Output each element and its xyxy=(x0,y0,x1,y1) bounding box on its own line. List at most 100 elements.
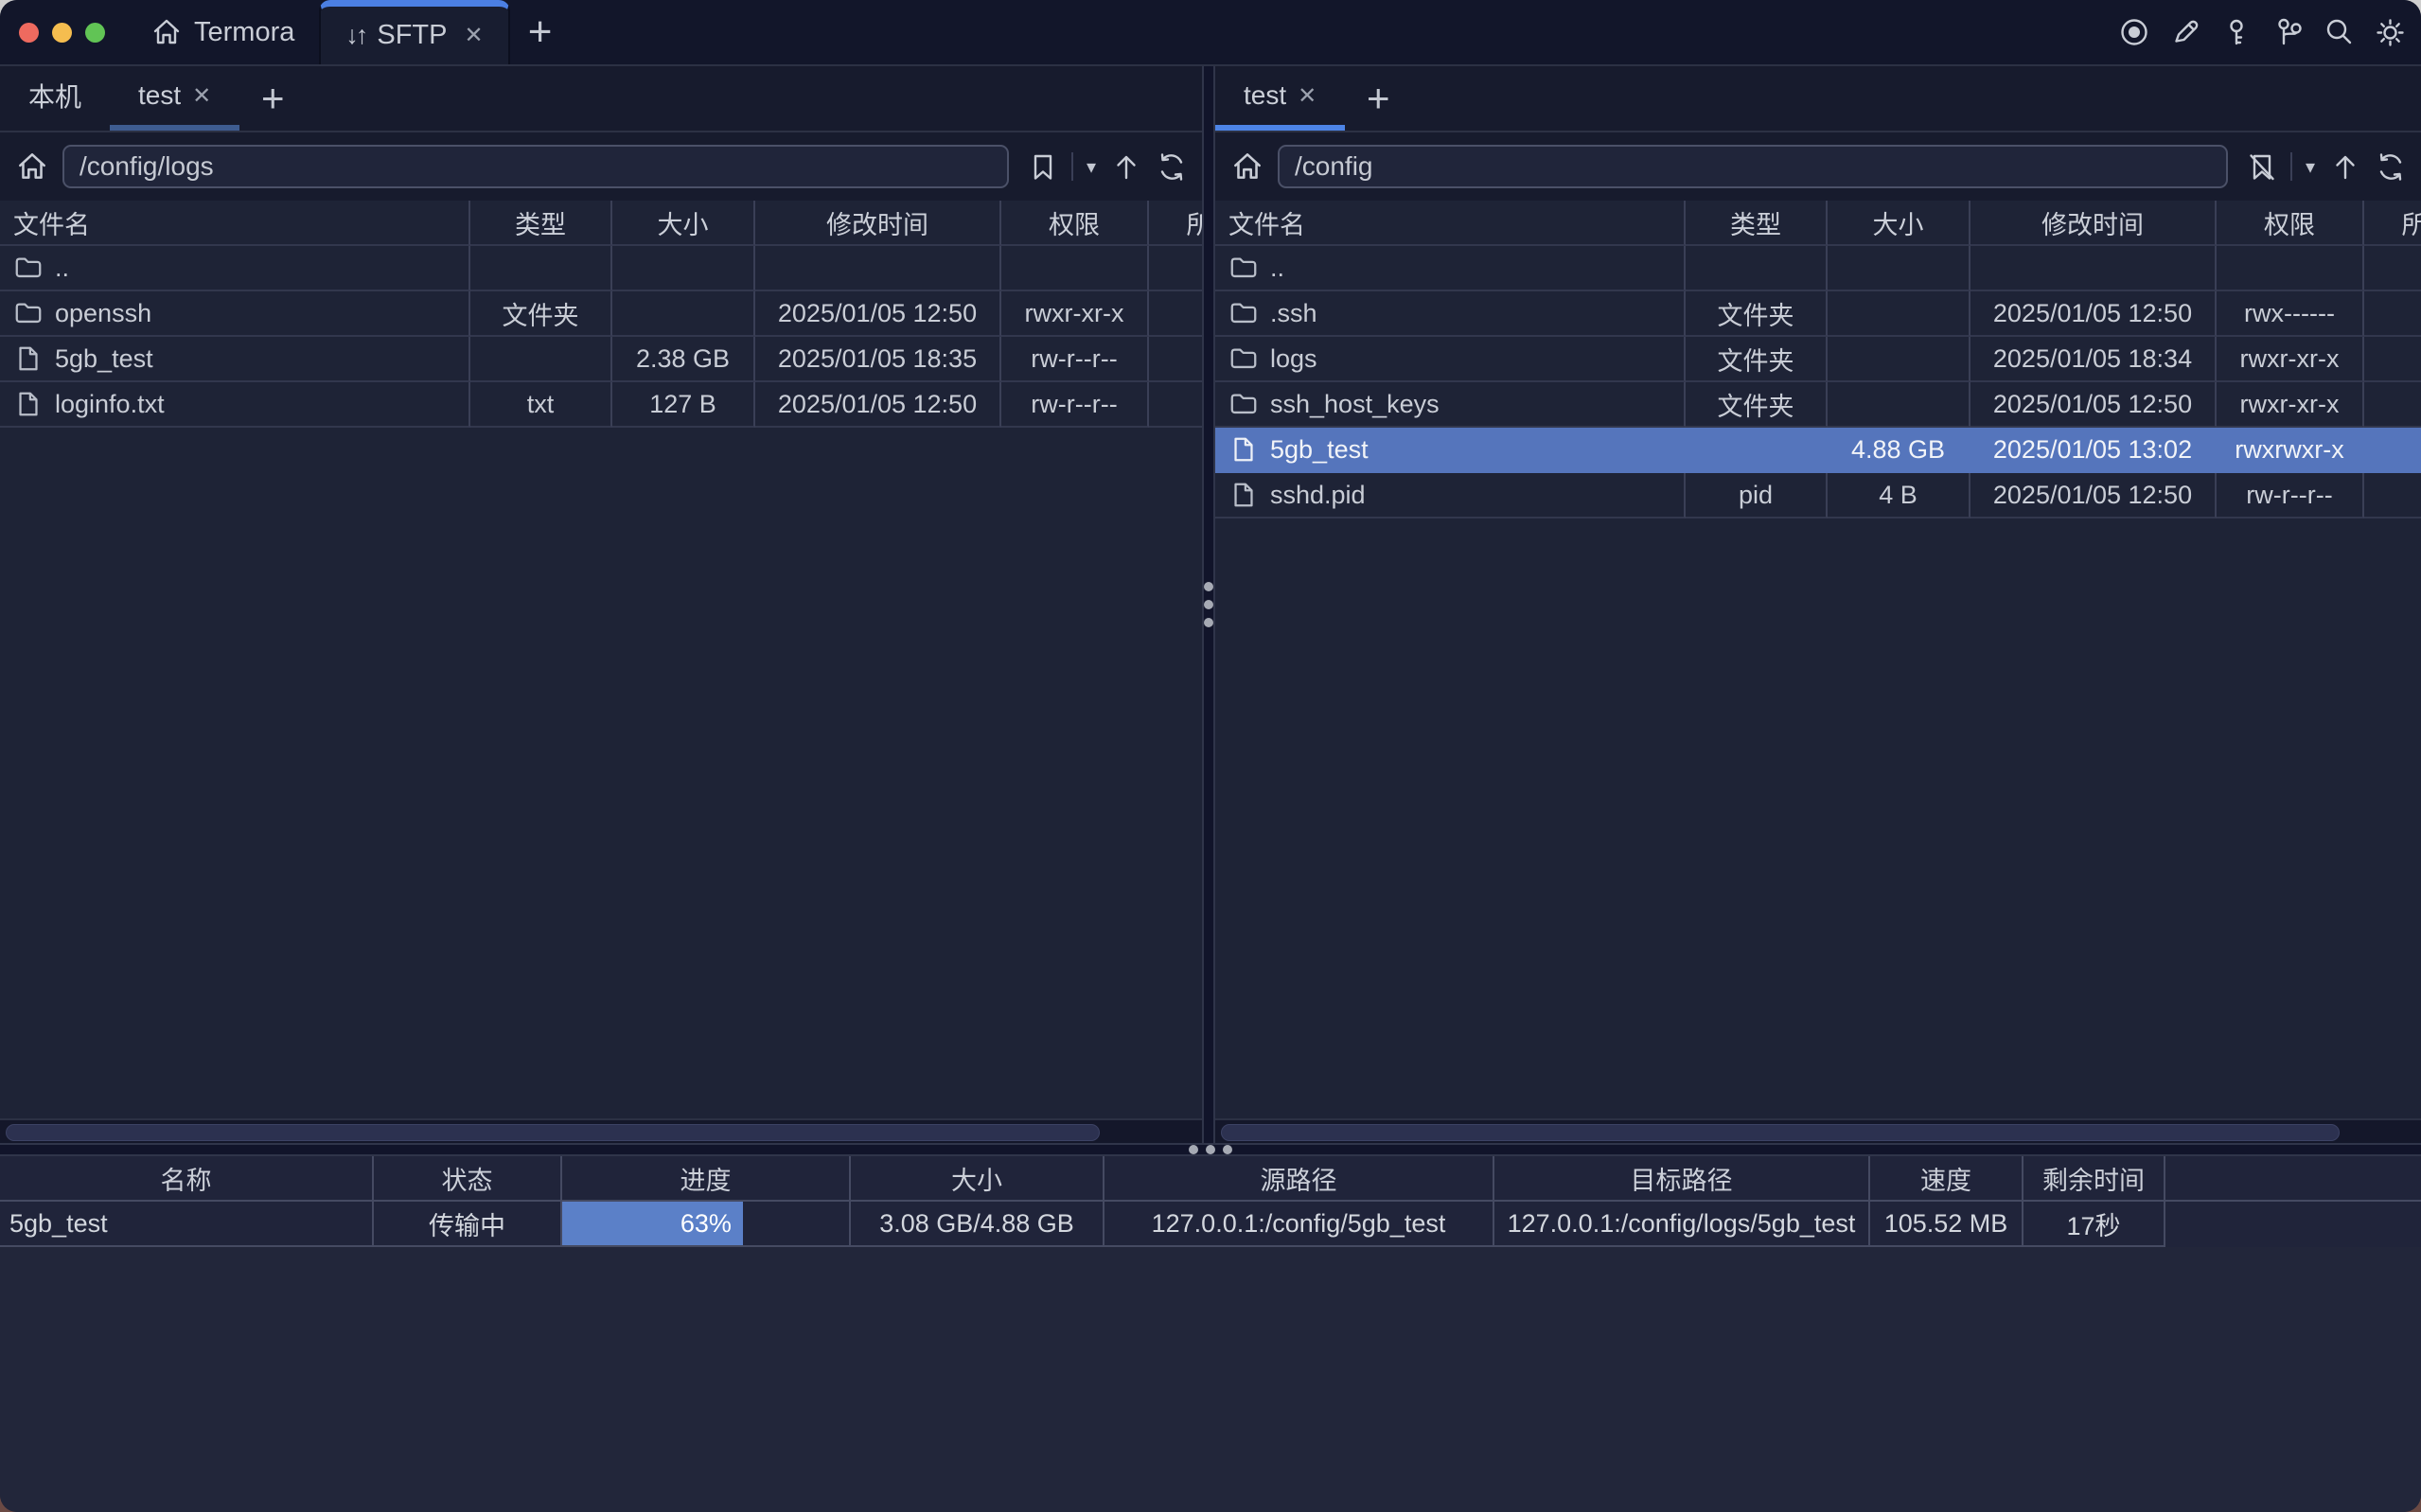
file-owner xyxy=(2364,382,2421,428)
column-header-speed[interactable]: 速度 xyxy=(1870,1156,2023,1202)
up-directory-icon[interactable] xyxy=(1109,150,1141,183)
close-window-button[interactable] xyxy=(19,23,39,43)
divider xyxy=(2290,152,2292,181)
column-header-name[interactable]: 文件名 xyxy=(0,201,470,246)
column-header-mtime[interactable]: 修改时间 xyxy=(755,201,1001,246)
file-type: txt xyxy=(470,382,612,428)
file-name: loginfo.txt xyxy=(55,390,165,419)
transfer-progress-cell: 63% xyxy=(562,1202,851,1247)
bookmark-icon[interactable] xyxy=(1026,150,1058,183)
remote-pane: test ✕ + ▾ 文件名 类型 大小 修改时间 权限 所有者 xyxy=(1215,66,2421,1143)
file-name: 5gb_test xyxy=(55,344,153,374)
transfer-splitter[interactable] xyxy=(0,1143,2421,1156)
column-header-owner[interactable]: 所有者 xyxy=(2364,201,2421,246)
file-type: pid xyxy=(1686,473,1828,519)
scrollbar-thumb[interactable] xyxy=(1221,1124,2340,1141)
file-mtime: 2025/01/05 13:02 xyxy=(1970,428,2217,473)
column-header-remaining[interactable]: 剩余时间 xyxy=(2023,1156,2165,1202)
file-row[interactable]: logs 文件夹 2025/01/05 18:34 rwxr-xr-x xyxy=(1215,337,2421,382)
bookmark-slash-icon[interactable] xyxy=(2245,150,2277,183)
file-row[interactable]: ssh_host_keys 文件夹 2025/01/05 12:50 rwxr-… xyxy=(1215,382,2421,428)
chevron-down-icon[interactable]: ▾ xyxy=(2306,155,2315,179)
column-header-type[interactable]: 类型 xyxy=(1686,201,1828,246)
column-header-name[interactable]: 名称 xyxy=(0,1156,374,1202)
column-header-status[interactable]: 状态 xyxy=(374,1156,562,1202)
scrollbar-thumb[interactable] xyxy=(6,1124,1100,1141)
divider xyxy=(1071,152,1073,181)
column-header-source[interactable]: 源路径 xyxy=(1104,1156,1494,1202)
file-name: 5gb_test xyxy=(1270,435,1369,465)
file-row-selected[interactable]: 5gb_test 4.88 GB 2025/01/05 13:02 rwxrwx… xyxy=(1215,428,2421,473)
right-horizontal-scrollbar[interactable] xyxy=(1215,1118,2421,1143)
column-header-progress[interactable]: 进度 xyxy=(562,1156,851,1202)
minimize-window-button[interactable] xyxy=(52,23,72,43)
file-row[interactable]: .ssh 文件夹 2025/01/05 12:50 rwx------ xyxy=(1215,291,2421,337)
tab-termora[interactable]: Termora xyxy=(126,0,319,64)
refresh-icon[interactable] xyxy=(2374,150,2406,183)
gear-icon[interactable] xyxy=(2374,16,2406,48)
tab-sftp[interactable]: ↓↑ SFTP ✕ xyxy=(319,0,509,64)
column-header-type[interactable]: 类型 xyxy=(470,201,612,246)
file-type xyxy=(470,246,612,291)
file-icon xyxy=(1228,480,1259,510)
file-row[interactable]: 5gb_test 2.38 GB 2025/01/05 18:35 rw-r--… xyxy=(0,337,1202,382)
column-header-size[interactable]: 大小 xyxy=(612,201,755,246)
new-main-tab-button[interactable]: + xyxy=(510,0,571,64)
file-name: .. xyxy=(1270,254,1284,283)
file-row[interactable]: .. xyxy=(1215,246,2421,291)
right-tab-test-close-icon[interactable]: ✕ xyxy=(1298,82,1317,110)
tab-sftp-label: SFTP xyxy=(377,20,447,51)
folder-icon xyxy=(1228,298,1259,328)
zoom-window-button[interactable] xyxy=(85,23,105,43)
left-tab-test[interactable]: test ✕ xyxy=(110,66,239,131)
transfer-row[interactable]: 5gb_test 传输中 63% 3.08 GB/4.88 GB 127.0.0… xyxy=(0,1202,2421,1247)
column-header-perm[interactable]: 权限 xyxy=(2217,201,2364,246)
left-path-input[interactable] xyxy=(62,145,1009,188)
left-tab-test-close-icon[interactable]: ✕ xyxy=(192,82,211,110)
chevron-down-icon[interactable]: ▾ xyxy=(1087,155,1096,179)
search-icon[interactable] xyxy=(2323,16,2355,48)
left-new-tab-button[interactable]: + xyxy=(239,66,306,131)
left-tab-local[interactable]: 本机 xyxy=(0,66,110,131)
home-icon[interactable] xyxy=(1230,149,1264,184)
column-header-perm[interactable]: 权限 xyxy=(1001,201,1149,246)
file-row[interactable]: loginfo.txt txt 127 B 2025/01/05 12:50 r… xyxy=(0,382,1202,428)
column-header-mtime[interactable]: 修改时间 xyxy=(1970,201,2217,246)
left-horizontal-scrollbar[interactable] xyxy=(0,1118,1202,1143)
file-owner xyxy=(1149,382,1202,428)
tab-sftp-close-icon[interactable]: ✕ xyxy=(464,22,483,49)
file-size: 4.88 GB xyxy=(1828,428,1970,473)
file-row[interactable]: openssh 文件夹 2025/01/05 12:50 rwxr-xr-x xyxy=(0,291,1202,337)
column-header-size[interactable]: 大小 xyxy=(851,1156,1104,1202)
home-icon xyxy=(150,16,183,48)
column-header-owner[interactable]: 所有者 xyxy=(1149,201,1202,246)
column-header-target[interactable]: 目标路径 xyxy=(1494,1156,1870,1202)
up-directory-icon[interactable] xyxy=(2328,150,2360,183)
file-size xyxy=(612,246,755,291)
right-tab-test[interactable]: test ✕ xyxy=(1215,66,1345,131)
branch-icon[interactable] xyxy=(2271,16,2304,48)
progress-bar: 63% xyxy=(562,1202,743,1245)
pane-splitter[interactable] xyxy=(1202,66,1215,1143)
splitter-handle-icon[interactable] xyxy=(1189,1145,1232,1154)
refresh-icon[interactable] xyxy=(1155,150,1187,183)
file-type: 文件夹 xyxy=(1686,337,1828,382)
right-new-tab-button[interactable]: + xyxy=(1345,66,1411,131)
record-icon[interactable] xyxy=(2118,16,2150,48)
file-owner xyxy=(2364,337,2421,382)
file-row[interactable]: sshd.pid pid 4 B 2025/01/05 12:50 rw-r--… xyxy=(1215,473,2421,519)
transfer-panel: 名称 状态 进度 大小 源路径 目标路径 速度 剩余时间 5gb_test 传输… xyxy=(0,1156,2421,1247)
file-perm: rwxr-xr-x xyxy=(2217,382,2364,428)
column-header-name[interactable]: 文件名 xyxy=(1215,201,1686,246)
file-size: 127 B xyxy=(612,382,755,428)
transfer-size: 3.08 GB/4.88 GB xyxy=(851,1202,1104,1247)
file-row[interactable]: .. xyxy=(0,246,1202,291)
file-size xyxy=(1828,382,1970,428)
key-icon[interactable] xyxy=(2220,16,2253,48)
home-icon[interactable] xyxy=(15,149,49,184)
right-pane-tabbar: test ✕ + xyxy=(1215,66,2421,132)
pencil-icon[interactable] xyxy=(2169,16,2201,48)
column-header-size[interactable]: 大小 xyxy=(1828,201,1970,246)
splitter-handle-icon[interactable] xyxy=(1204,582,1213,627)
right-path-input[interactable] xyxy=(1278,145,2228,188)
